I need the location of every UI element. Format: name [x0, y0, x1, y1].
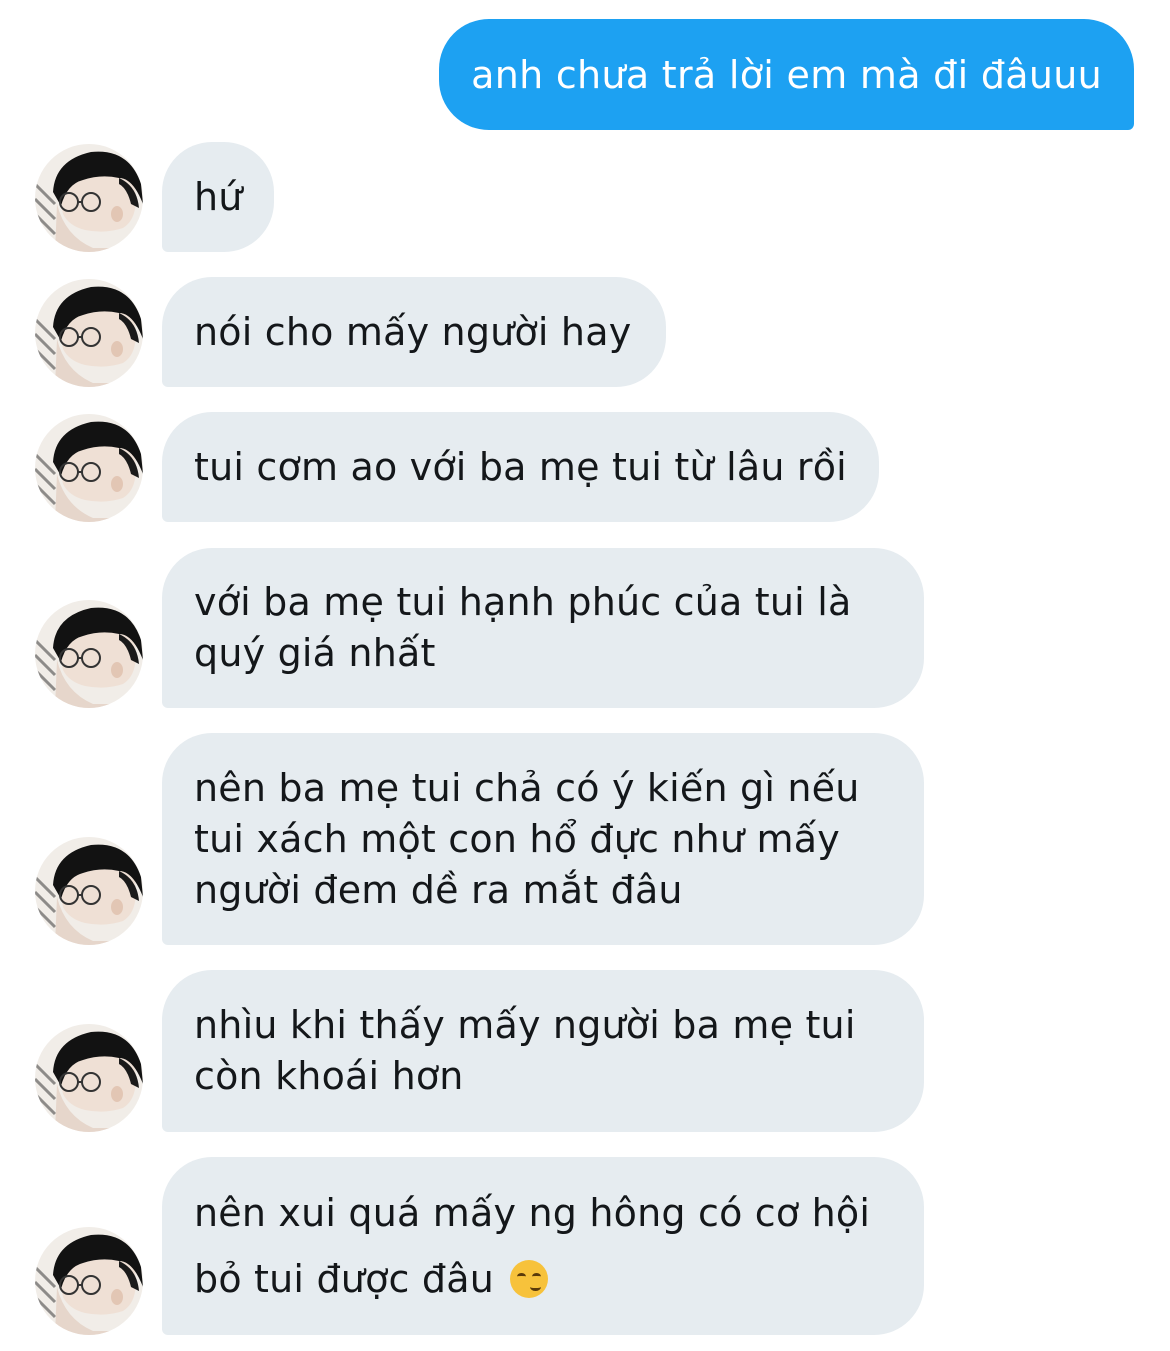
- avatar-icon[interactable]: [35, 1024, 143, 1132]
- received-message-text: hứ: [194, 174, 243, 219]
- received-message-bubble[interactable]: tui cơm ao với ba mẹ tui từ lâu rồi: [162, 412, 879, 522]
- avatar-icon[interactable]: [35, 144, 143, 252]
- received-message-text: nên xui quá mấy ng hông có cơ hội bỏ tui…: [194, 1180, 870, 1312]
- avatar-icon[interactable]: [35, 1227, 143, 1335]
- received-message-text: nói cho mấy người hay: [194, 309, 632, 354]
- received-message-bubble[interactable]: hứ: [162, 142, 274, 252]
- received-message-text: tui cơm ao với ba mẹ tui từ lâu rồi: [194, 444, 847, 489]
- received-message-text: với ba mẹ tui hạnh phúc của tui là quý g…: [194, 580, 852, 675]
- received-message-bubble[interactable]: nên xui quá mấy ng hông có cơ hội bỏ tui…: [162, 1157, 924, 1335]
- avatar-icon[interactable]: [35, 837, 143, 945]
- received-message-text: nhìu khi thấy mấy người ba mẹ tui còn kh…: [194, 1003, 856, 1098]
- sent-message-text: anh chưa trả lời em mà đi đâuuu: [471, 52, 1102, 97]
- received-message-text: nên ba mẹ tui chả có ý kiến gì nếu tui x…: [194, 765, 860, 912]
- received-message-bubble[interactable]: nhìu khi thấy mấy người ba mẹ tui còn kh…: [162, 970, 924, 1132]
- avatar-icon[interactable]: [35, 279, 143, 387]
- avatar-icon[interactable]: [35, 600, 143, 708]
- received-message-bubble[interactable]: nói cho mấy người hay: [162, 277, 666, 387]
- avatar-icon[interactable]: [35, 414, 143, 522]
- received-message-bubble[interactable]: nên ba mẹ tui chả có ý kiến gì nếu tui x…: [162, 733, 924, 945]
- sent-message-bubble[interactable]: anh chưa trả lời em mà đi đâuuu: [439, 19, 1134, 130]
- smirking-face-emoji-icon: [510, 1260, 549, 1298]
- received-message-bubble[interactable]: với ba mẹ tui hạnh phúc của tui là quý g…: [162, 548, 924, 708]
